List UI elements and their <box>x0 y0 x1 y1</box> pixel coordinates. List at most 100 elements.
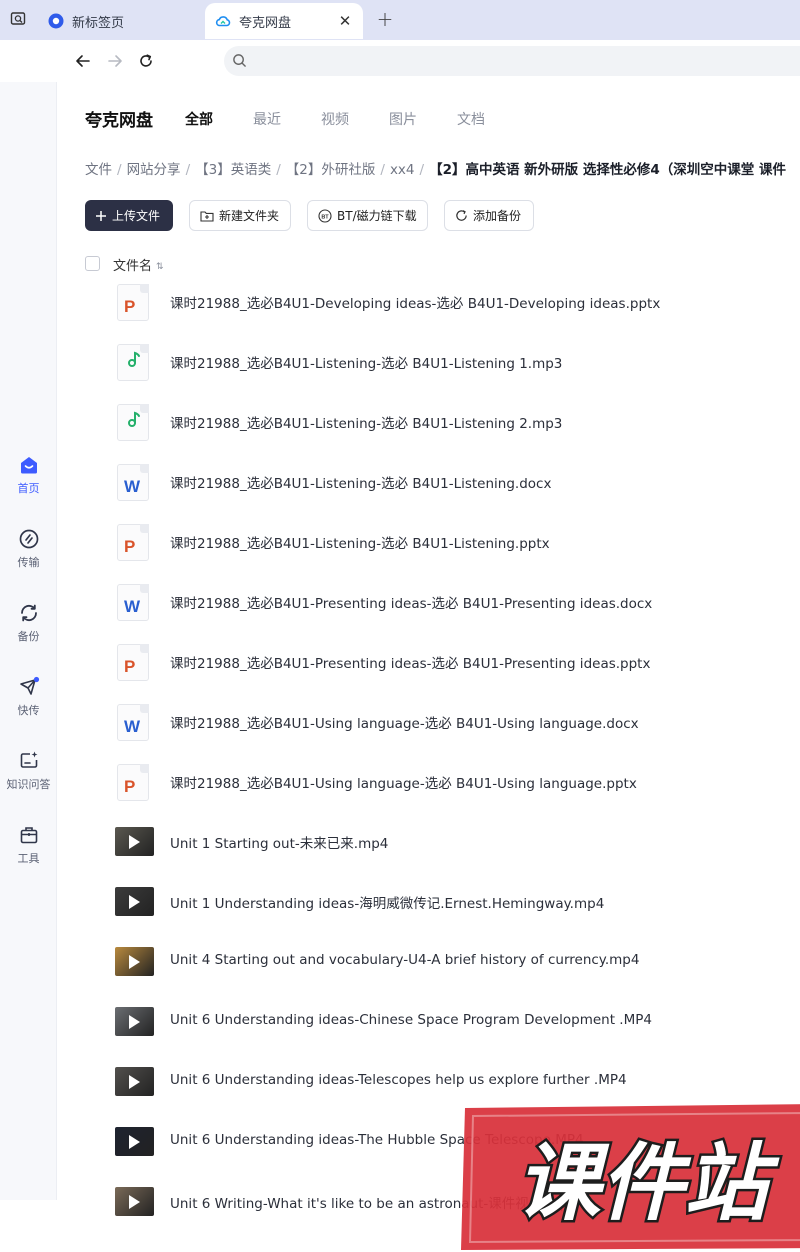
file-name[interactable]: Unit 4 Starting out and vocabulary-U4-A … <box>170 952 639 968</box>
tab-search-button[interactable] <box>4 6 32 32</box>
file-type-glyph: P <box>124 537 136 556</box>
tab-recent[interactable]: 最近 <box>253 109 281 129</box>
breadcrumb-item[interactable]: 文件 <box>85 162 112 178</box>
breadcrumb-separator: / <box>185 162 191 178</box>
bt-magnet-download-button[interactable]: BT BT/磁力链下载 <box>307 200 428 231</box>
breadcrumb-item[interactable]: 【2】外研社版 <box>286 162 376 178</box>
file-row[interactable]: 课时21988_选必B4U1-Listening-选必 B4U1-Listeni… <box>57 332 800 392</box>
file-page-shape <box>117 404 149 441</box>
page-fold <box>140 524 149 533</box>
file-name[interactable]: 课时21988_选必B4U1-Using language-选必 B4U1-Us… <box>170 712 639 732</box>
new-tab-favicon-icon <box>48 13 64 29</box>
play-icon <box>129 1195 140 1209</box>
video-thumbnail <box>115 1064 154 1100</box>
tab-title: 新标签页 <box>72 15 125 31</box>
file-row[interactable]: P 课时21988_选必B4U1-Developing ideas-选必 B4U1… <box>57 272 800 332</box>
browser-toolbar <box>0 40 800 82</box>
file-type-glyph: P <box>124 657 136 676</box>
breadcrumb-item[interactable]: 网站分享 <box>127 162 181 178</box>
video-thumbnail-image <box>115 887 154 916</box>
file-name[interactable]: 课时21988_选必B4U1-Listening-选必 B4U1-Listeni… <box>170 472 551 492</box>
video-thumbnail <box>115 1124 154 1160</box>
video-thumbnail <box>115 944 154 980</box>
file-type-glyph: W <box>124 597 141 616</box>
toolbox-icon <box>20 827 37 844</box>
file-name[interactable]: Unit 1 Starting out-未来已来.mp4 <box>170 832 388 852</box>
file-row[interactable]: P 课时21988_选必B4U1-Presenting ideas-选必 B4U1… <box>57 632 800 692</box>
new-folder-label: 新建文件夹 <box>219 209 280 223</box>
sort-icon[interactable]: ⇅ <box>156 262 164 272</box>
new-folder-icon <box>200 210 214 222</box>
file-name[interactable]: 课时21988_选必B4U1-Developing ideas-选必 B4U1-… <box>170 292 660 312</box>
page-fold <box>140 764 149 773</box>
tab-video[interactable]: 视频 <box>321 109 349 129</box>
transfer-icon <box>19 529 38 549</box>
backup-icon <box>20 604 37 622</box>
file-name[interactable]: 课时21988_选必B4U1-Presenting ideas-选必 B4U1-… <box>170 652 650 672</box>
file-row[interactable]: Unit 4 Starting out and vocabulary-U4-A … <box>57 932 800 992</box>
add-backup-button[interactable]: 添加备份 <box>444 200 534 231</box>
reload-icon <box>140 54 152 67</box>
file-type-glyph <box>126 408 144 435</box>
file-name[interactable]: 课时21988_选必B4U1-Listening-选必 B4U1-Listeni… <box>170 412 562 432</box>
file-name[interactable]: Unit 6 Understanding ideas-Telescopes he… <box>170 1072 627 1088</box>
upload-file-button[interactable]: 上传文件 <box>85 200 173 231</box>
back-button[interactable] <box>72 50 94 72</box>
play-icon <box>129 955 140 969</box>
rail-item-tools[interactable]: 工具 <box>0 824 57 866</box>
add-backup-label: 添加备份 <box>473 209 522 223</box>
reload-button[interactable] <box>135 50 157 72</box>
file-row[interactable]: 课时21988_选必B4U1-Listening-选必 B4U1-Listeni… <box>57 392 800 452</box>
page-fold <box>140 284 149 293</box>
file-row[interactable]: P 课时21988_选必B4U1-Using language-选必 B4U1-U… <box>57 752 800 812</box>
tab-all[interactable]: 全部 <box>185 109 213 129</box>
close-tab-icon[interactable]: ✕ <box>337 12 353 30</box>
file-name[interactable]: 课时21988_选必B4U1-Listening-选必 B4U1-Listeni… <box>170 352 562 372</box>
tab-new-tab[interactable]: 新标签页 <box>38 3 204 39</box>
file-row[interactable]: W 课时21988_选必B4U1-Presenting ideas-选必 B4U1… <box>57 572 800 632</box>
file-row[interactable]: Unit 6 Understanding ideas-Chinese Space… <box>57 992 800 1052</box>
main-content: 夸克网盘 全部 最近 视频 图片 文档 文件 / 网站分享 / 【3】英语类 / 【2】外研… <box>57 82 800 1250</box>
file-type-glyph <box>126 348 144 375</box>
video-thumbnail <box>115 824 154 860</box>
arrow-right-icon <box>108 55 122 67</box>
breadcrumb-item[interactable]: 【3】英语类 <box>195 162 271 178</box>
file-row[interactable]: Unit 1 Understanding ideas-海明威微传记.Ernest… <box>57 872 800 932</box>
rail-item-home[interactable]: 首页 <box>0 454 57 496</box>
file-name[interactable]: Unit 6 Understanding ideas-Chinese Space… <box>170 1012 652 1028</box>
tab-documents[interactable]: 文档 <box>457 109 485 129</box>
page-fold <box>140 704 149 713</box>
svg-text:BT: BT <box>321 214 329 220</box>
file-row[interactable]: W 课时21988_选必B4U1-Using language-选必 B4U1-U… <box>57 692 800 752</box>
tab-quark-drive[interactable]: 夸克网盘 ✕ <box>205 3 363 39</box>
powerpoint-file-icon: P <box>115 764 151 801</box>
breadcrumb-separator: / <box>117 162 122 178</box>
play-icon <box>129 1135 140 1149</box>
file-name[interactable]: 课时21988_选必B4U1-Listening-选必 B4U1-Listeni… <box>170 532 550 552</box>
tab-images[interactable]: 图片 <box>389 109 417 129</box>
qa-icon <box>20 751 37 768</box>
file-row[interactable]: P 课时21988_选必B4U1-Listening-选必 B4U1-Listen… <box>57 512 800 572</box>
rail-label: 快传 <box>17 704 40 717</box>
file-page-shape: P <box>117 764 149 801</box>
file-name[interactable]: Unit 1 Understanding ideas-海明威微传记.Ernest… <box>170 892 604 912</box>
address-bar[interactable] <box>224 46 800 76</box>
rail-item-transfer[interactable]: 传输 <box>0 528 57 570</box>
rail-item-qa[interactable]: 知识问答 <box>0 750 57 792</box>
forward-button[interactable] <box>104 50 126 72</box>
breadcrumb: 文件 / 网站分享 / 【3】英语类 / 【2】外研社版 / xx4/【2】高中英语 新外研版 … <box>85 158 786 178</box>
select-all-checkbox[interactable] <box>85 256 100 271</box>
file-row[interactable]: Unit 1 Starting out-未来已来.mp4 <box>57 812 800 872</box>
file-name[interactable]: 课时21988_选必B4U1-Presenting ideas-选必 B4U1-… <box>170 592 652 612</box>
file-row[interactable]: W 课时21988_选必B4U1-Listening-选必 B4U1-Listen… <box>57 452 800 512</box>
rail-item-backup[interactable]: 备份 <box>0 602 57 644</box>
file-name[interactable]: 课时21988_选必B4U1-Using language-选必 B4U1-Us… <box>170 772 637 792</box>
breadcrumb-separator: / <box>276 162 281 178</box>
new-tab-button[interactable]: + <box>374 8 396 30</box>
rail-item-quick-send[interactable]: 快传 <box>0 676 57 718</box>
browser-tab-bar: 新标签页 夸克网盘 ✕ + <box>0 0 800 40</box>
breadcrumb-item[interactable]: xx4 <box>390 162 415 178</box>
file-page-shape: W <box>117 584 149 621</box>
watermark-text: 课件站 <box>516 1134 780 1232</box>
new-folder-button[interactable]: 新建文件夹 <box>189 200 291 231</box>
